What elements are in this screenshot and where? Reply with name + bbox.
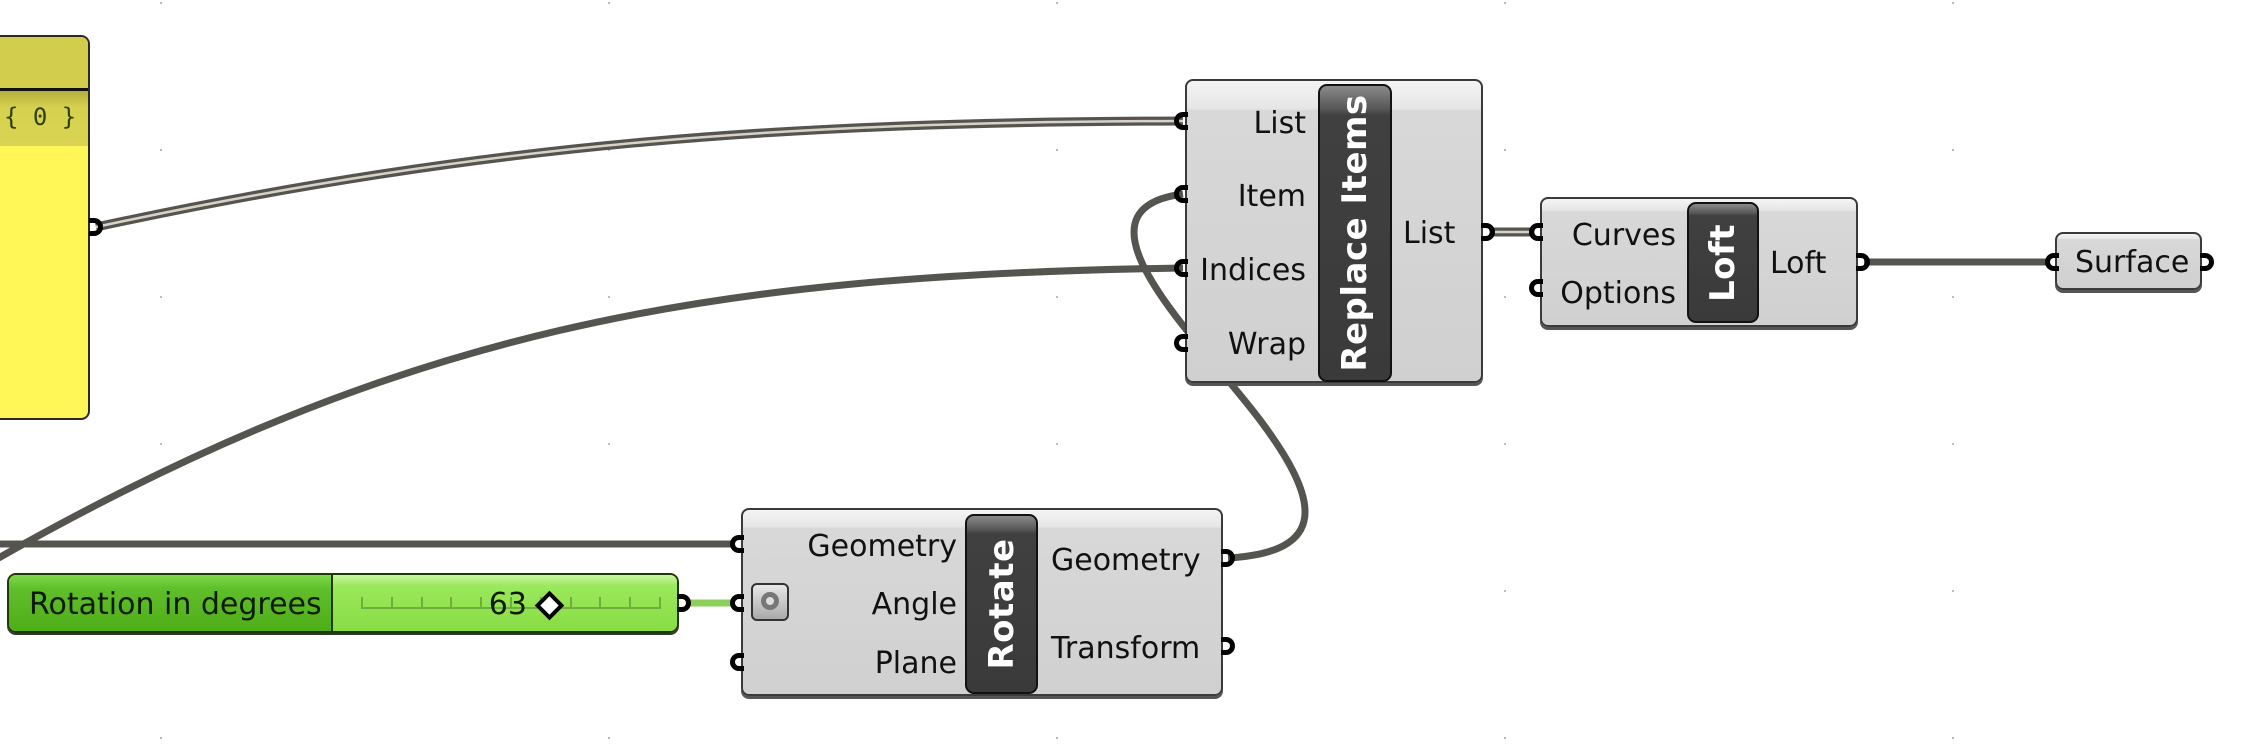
loft-title: Loft [1703, 223, 1743, 302]
replace-items-input-indices-port[interactable] [1174, 259, 1188, 277]
surface-parameter[interactable]: Surface [2055, 232, 2202, 290]
output-loft-label: Loft [1770, 246, 1827, 281]
panel-path-label: { 0 } [4, 103, 77, 131]
slider-tick [629, 597, 632, 609]
slider-tick [659, 597, 661, 609]
loft-component[interactable]: Curves Options Loft Loft [1540, 197, 1858, 327]
number-slider[interactable]: Rotation in degrees 63 [7, 573, 679, 633]
text-panel[interactable]: { 0 } [0, 35, 90, 420]
slider-tick [480, 597, 483, 609]
input-list-label: List [1253, 106, 1306, 141]
slider-tick [599, 597, 602, 609]
input-plane-label: Plane [874, 646, 957, 681]
output-transform-label: Transform [1051, 631, 1201, 666]
slider-tick [361, 597, 363, 609]
slider-value-area[interactable]: 63 [333, 575, 677, 631]
slider-handle[interactable] [534, 590, 565, 621]
replace-items-title: Replace Items [1335, 94, 1375, 372]
slider-name: Rotation in degrees [29, 587, 322, 622]
loft-input-options-port[interactable] [1529, 279, 1543, 297]
slider-tick [569, 597, 572, 609]
panel-header [0, 37, 88, 91]
loft-nickname[interactable]: Loft [1687, 202, 1759, 323]
rotate-component[interactable]: Geometry Angle Plane Rotate Geometry Tra… [741, 508, 1223, 696]
input-item-label: Item [1237, 179, 1306, 214]
surface-label: Surface [2075, 245, 2190, 280]
replace-items-component[interactable]: List Item Indices Wrap Replace Items Lis… [1185, 79, 1483, 383]
surface-input-port[interactable] [2045, 253, 2059, 271]
slider-tick [390, 597, 393, 609]
input-curves-label: Curves [1571, 218, 1676, 253]
slider-value: 63 [488, 587, 527, 622]
rotate-input-plane-port[interactable] [730, 653, 744, 671]
input-options-label: Options [1560, 276, 1676, 311]
rotate-nickname[interactable]: Rotate [965, 514, 1038, 694]
slider-tick [450, 597, 453, 609]
input-angle-label: Angle [871, 587, 957, 622]
rotate-input-angle-port[interactable] [730, 594, 744, 612]
radio-dot-icon [761, 592, 779, 610]
replace-items-nickname[interactable]: Replace Items [1318, 84, 1392, 382]
panel-branch-row: { 0 } [0, 91, 88, 146]
wire-panel-to-list-core [95, 119, 1184, 229]
replace-items-input-wrap-port[interactable] [1174, 334, 1188, 352]
wire-panel-to-list[interactable] [95, 116, 1184, 232]
input-indices-label: Indices [1200, 253, 1306, 288]
loft-input-curves-port[interactable] [1529, 223, 1543, 241]
input-geometry-label: Geometry [807, 529, 957, 564]
replace-items-input-item-port[interactable] [1174, 185, 1188, 203]
output-list-label: List [1403, 216, 1456, 251]
rotate-title: Rotate [981, 538, 1022, 670]
slider-tick [420, 597, 423, 609]
replace-items-input-list-port[interactable] [1174, 112, 1188, 130]
angle-degrees-toggle[interactable] [751, 583, 789, 621]
rotate-input-geometry-port[interactable] [730, 535, 744, 553]
slider-name-area[interactable]: Rotation in degrees [9, 575, 333, 631]
output-geometry-label: Geometry [1051, 543, 1201, 578]
input-wrap-label: Wrap [1227, 327, 1306, 362]
